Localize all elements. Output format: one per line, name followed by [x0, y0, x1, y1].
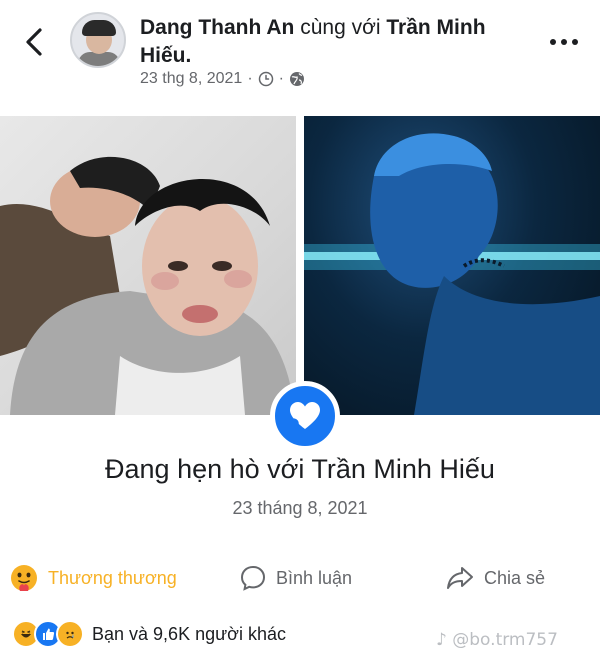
tiktok-logo-icon: ♪	[436, 630, 447, 650]
globe-icon	[289, 72, 304, 86]
care-reaction-icon	[11, 565, 37, 591]
watermark-text: @bo.trm757	[452, 630, 558, 650]
photo-grid	[0, 116, 600, 415]
meta-separator-2: ·	[278, 70, 284, 87]
life-event-date: 23 tháng 8, 2021	[232, 498, 368, 518]
reaction-summary[interactable]: Bạn và 9,6K người khác	[12, 618, 286, 650]
meta-separator: ·	[247, 70, 253, 87]
comment-icon	[240, 565, 266, 591]
author-name[interactable]: Dang Thanh An	[140, 16, 294, 39]
author-avatar[interactable]	[70, 12, 126, 68]
author-line: Dang Thanh An cùng với Trần Minh Hiếu.	[140, 14, 540, 70]
react-button[interactable]: Thương thương	[10, 556, 177, 600]
sad-reaction-icon	[56, 620, 84, 648]
back-arrow-icon[interactable]	[18, 22, 52, 62]
post-date[interactable]: 23 thg 8, 2021	[140, 70, 242, 88]
photo-left[interactable]	[0, 116, 296, 415]
relationship-badge	[270, 381, 340, 451]
life-event-title: Đang hẹn hò với Trần Minh Hiếu	[105, 454, 495, 484]
reaction-count-text: Bạn và 9,6K người khác	[92, 623, 286, 644]
share-button[interactable]: Chia sẻ	[446, 556, 545, 600]
share-icon	[447, 567, 473, 589]
reaction-icons	[12, 620, 84, 648]
with-connector: cùng với	[300, 16, 381, 39]
more-options-icon[interactable]	[548, 36, 580, 48]
tiktok-watermark: ♪ @bo.trm757	[436, 630, 558, 650]
heart-icon	[289, 402, 320, 429]
clock-icon	[258, 71, 273, 87]
react-label: Thương thương	[48, 567, 177, 588]
post-meta: 23 thg 8, 2021 · ·	[140, 70, 305, 88]
post-header: Dang Thanh An cùng với Trần Minh Hiếu. 2…	[0, 0, 600, 110]
action-bar: Thương thương Bình luận Chia sẻ	[0, 556, 600, 600]
comment-button[interactable]: Bình luận	[240, 556, 352, 600]
comment-label: Bình luận	[276, 567, 353, 588]
share-label: Chia sẻ	[484, 567, 546, 588]
photo-right[interactable]	[304, 116, 600, 415]
